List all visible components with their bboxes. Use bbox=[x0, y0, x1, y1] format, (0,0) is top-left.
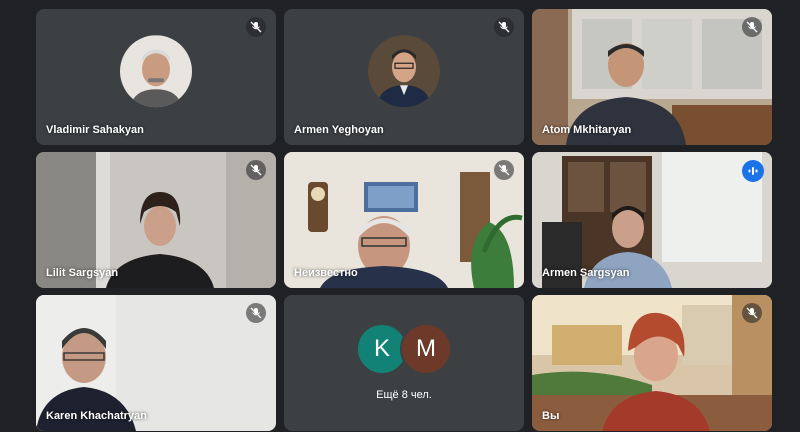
video-feed bbox=[532, 295, 772, 431]
participant-name: Karen Khachatryan bbox=[46, 410, 147, 422]
mic-off-icon bbox=[742, 303, 762, 323]
mic-off-icon bbox=[494, 160, 514, 180]
participant-tile-vladimir-sahakyan[interactable]: Vladimir Sahakyan bbox=[36, 9, 276, 145]
participant-tile-atom-mkhitaryan[interactable]: Atom Mkhitaryan bbox=[532, 9, 772, 145]
participant-avatar bbox=[368, 35, 440, 108]
participant-name: Вы bbox=[542, 410, 560, 422]
mic-off-icon bbox=[742, 17, 762, 37]
mic-off-icon bbox=[246, 17, 266, 37]
mic-off-icon bbox=[494, 17, 514, 37]
audio-levels-icon bbox=[742, 160, 764, 182]
participant-name: Armen Yeghoyan bbox=[294, 124, 384, 136]
more-participants-avatars: K M bbox=[356, 323, 452, 375]
mic-off-icon bbox=[246, 303, 266, 323]
participant-name: Armen Sargsyan bbox=[542, 267, 630, 279]
participant-avatar bbox=[120, 35, 192, 108]
participant-tile-lilit-sargsyan[interactable]: Lilit Sargsyan bbox=[36, 152, 276, 288]
participant-tile-self[interactable]: Вы bbox=[532, 295, 772, 431]
participant-tile-unknown[interactable]: Неизвестно bbox=[284, 152, 524, 288]
participant-name: Atom Mkhitaryan bbox=[542, 124, 632, 136]
participant-name: Lilit Sargsyan bbox=[46, 267, 119, 279]
more-participants-tile[interactable]: K M Ещё 8 чел. bbox=[284, 295, 524, 431]
participant-tile-armen-yeghoyan[interactable]: Armen Yeghoyan bbox=[284, 9, 524, 145]
participant-name: Неизвестно bbox=[294, 267, 358, 279]
mic-off-icon bbox=[246, 160, 266, 180]
participant-tile-armen-sargsyan[interactable]: Armen Sargsyan bbox=[532, 152, 772, 288]
participant-name: Vladimir Sahakyan bbox=[46, 124, 144, 136]
avatar-m: M bbox=[400, 323, 452, 375]
more-participants-label: Ещё 8 чел. bbox=[376, 389, 432, 401]
participant-tile-karen-khachatryan[interactable]: Karen Khachatryan bbox=[36, 295, 276, 431]
